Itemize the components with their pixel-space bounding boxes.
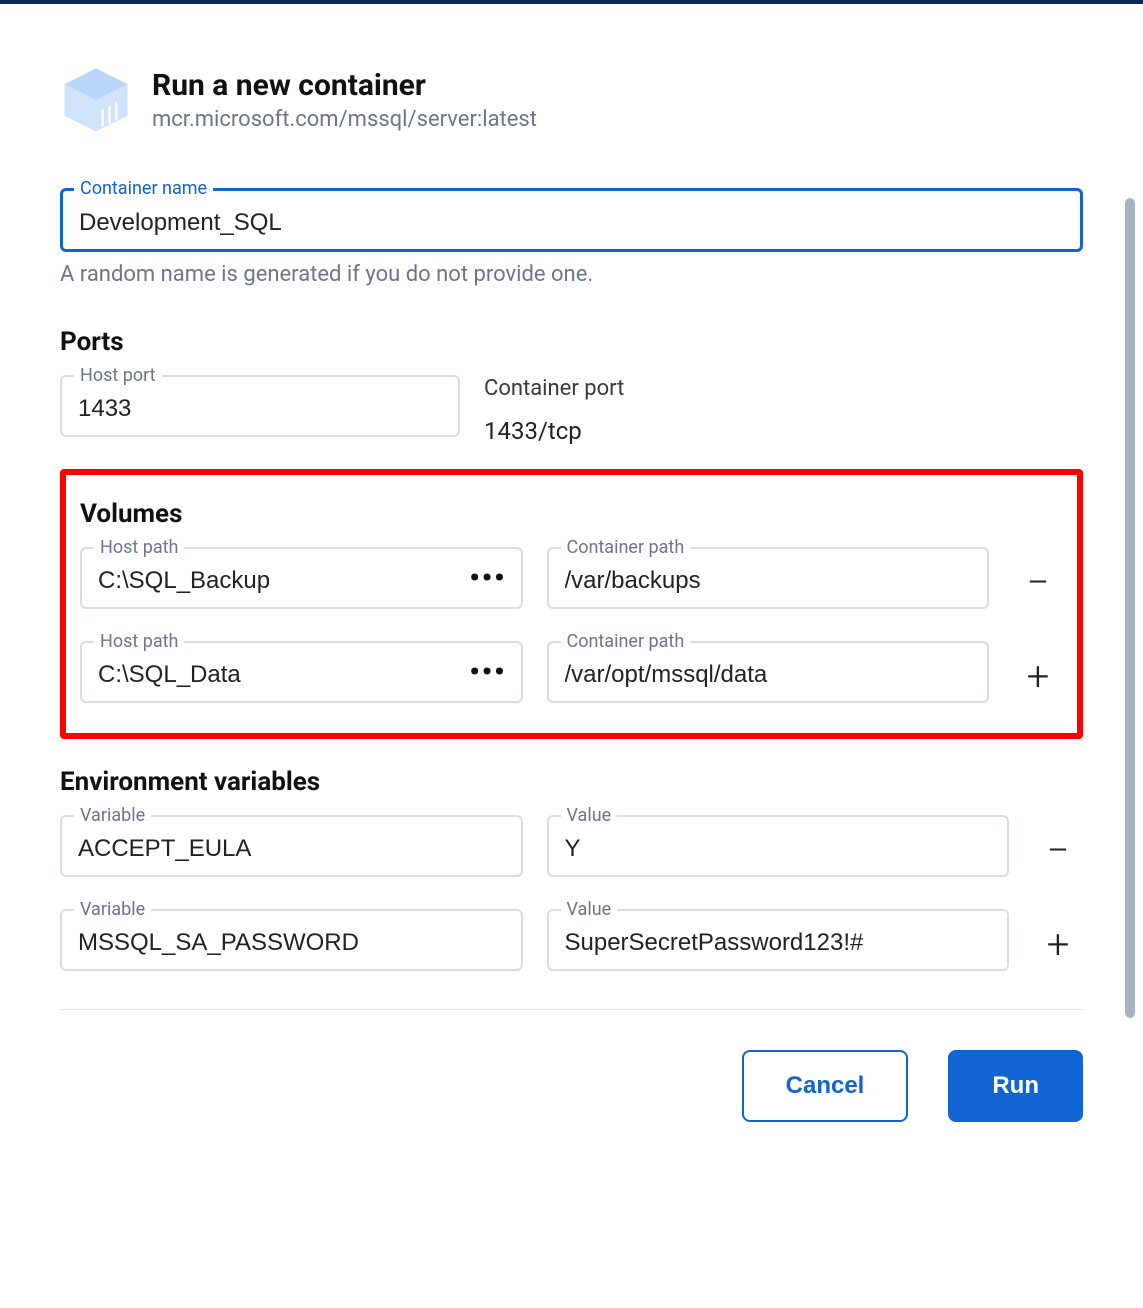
volume-host-label-1: Host path	[94, 631, 184, 652]
volume-container-label-1: Container path	[561, 631, 691, 652]
minus-icon: −	[1027, 559, 1050, 606]
volume-container-field-1: Container path	[547, 641, 990, 703]
env-variable-field-0: Variable	[60, 815, 523, 877]
container-cube-icon	[60, 64, 132, 136]
container-name-field: Container name	[60, 188, 1083, 252]
volume-host-field-0: Host path •••	[80, 547, 523, 609]
modal-title: Run a new container	[152, 68, 537, 103]
env-row-1: Variable Value +	[60, 909, 1083, 979]
env-variable-label-0: Variable	[74, 805, 151, 826]
ports-section-title: Ports	[60, 327, 1083, 357]
volumes-highlighted-section: Volumes Host path ••• Container path − H…	[60, 469, 1083, 739]
ports-row: Host port Container port 1433/tcp	[60, 375, 1083, 445]
image-reference: mcr.microsoft.com/mssql/server:latest	[152, 107, 537, 132]
remove-volume-button-0[interactable]: −	[1013, 559, 1063, 606]
add-volume-button[interactable]: +	[1013, 653, 1063, 700]
env-variable-label-1: Variable	[74, 899, 151, 920]
form-scroll-area: Container name A random name is generate…	[0, 188, 1143, 1010]
container-port-value: 1433/tcp	[484, 409, 1009, 445]
container-port-field: Container port 1433/tcp	[484, 376, 1009, 445]
header-text: Run a new container mcr.microsoft.com/ms…	[152, 68, 537, 132]
minus-icon: −	[1047, 827, 1070, 874]
add-env-button[interactable]: +	[1033, 921, 1083, 968]
host-port-label: Host port	[74, 365, 162, 386]
volume-host-field-1: Host path •••	[80, 641, 523, 703]
volume-container-label-0: Container path	[561, 537, 691, 558]
env-value-field-1: Value	[547, 909, 1010, 971]
container-name-hint: A random name is generated if you do not…	[60, 262, 1083, 287]
volume-container-field-0: Container path	[547, 547, 990, 609]
env-section-title: Environment variables	[60, 767, 1083, 797]
container-name-input[interactable]	[60, 188, 1083, 252]
run-container-modal: Run a new container mcr.microsoft.com/ms…	[0, 0, 1143, 1308]
env-row-0: Variable Value −	[60, 815, 1083, 885]
env-variable-field-1: Variable	[60, 909, 523, 971]
run-button[interactable]: Run	[948, 1050, 1083, 1122]
modal-header: Run a new container mcr.microsoft.com/ms…	[0, 4, 1143, 166]
host-port-field: Host port	[60, 375, 460, 437]
env-value-label-1: Value	[561, 899, 618, 920]
container-port-label: Container port	[484, 376, 1009, 401]
env-value-label-0: Value	[561, 805, 618, 826]
plus-icon: +	[1047, 921, 1070, 968]
plus-icon: +	[1027, 653, 1050, 700]
volume-row-0: Host path ••• Container path −	[80, 547, 1063, 617]
scrollbar[interactable]	[1125, 198, 1135, 1018]
modal-footer: Cancel Run	[0, 1050, 1143, 1182]
volume-row-1: Host path ••• Container path +	[80, 641, 1063, 711]
volume-host-label-0: Host path	[94, 537, 184, 558]
env-value-field-0: Value	[547, 815, 1010, 877]
container-name-label: Container name	[74, 178, 213, 199]
remove-env-button-0[interactable]: −	[1033, 827, 1083, 874]
footer-divider	[60, 1009, 1083, 1010]
volumes-section-title: Volumes	[80, 499, 1063, 529]
cancel-button[interactable]: Cancel	[742, 1050, 909, 1122]
